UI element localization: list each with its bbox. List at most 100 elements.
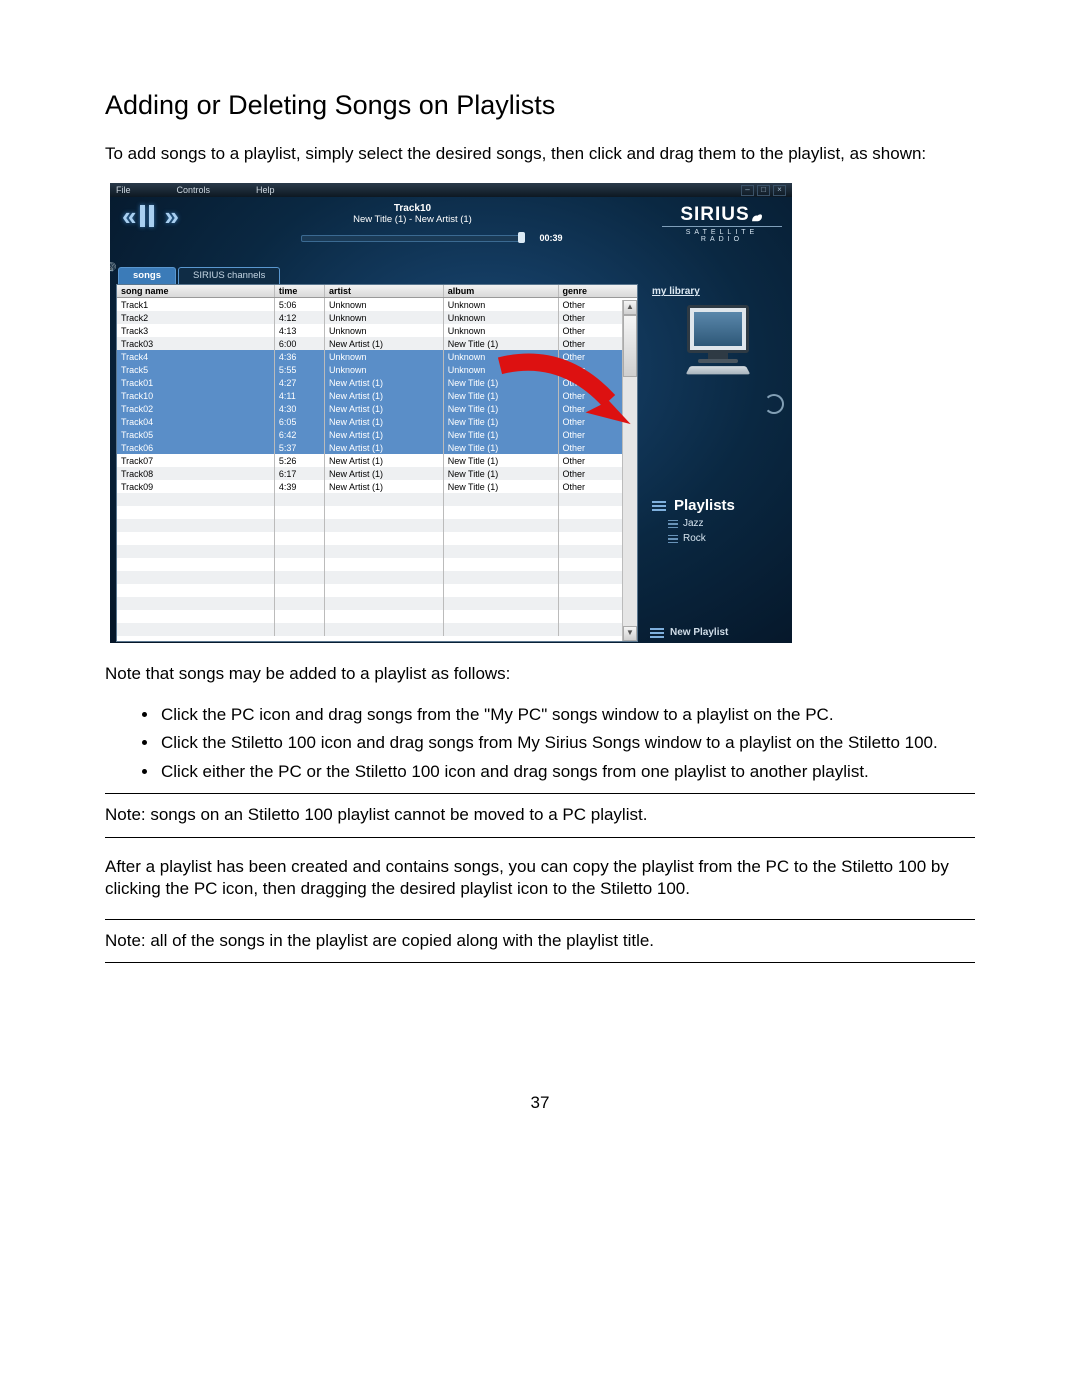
col-artist[interactable]: artist [325, 285, 444, 297]
cell-time [275, 506, 325, 519]
note-2: Note: all of the songs in the playlist a… [105, 919, 975, 963]
cell-artist: New Artist (1) [325, 428, 444, 441]
cell-name [117, 545, 275, 558]
scrollbar[interactable]: ▲ ▼ [622, 300, 637, 641]
cell-time: 6:42 [275, 428, 325, 441]
table-row[interactable]: Track094:39New Artist (1)New Title (1)Ot… [117, 480, 637, 493]
table-row[interactable]: Track15:06UnknownUnknownOther [117, 298, 637, 311]
prev-button[interactable]: « [122, 203, 130, 229]
cell-time [275, 584, 325, 597]
elapsed-time: 00:39 [539, 233, 562, 243]
close-icon[interactable]: × [773, 185, 786, 196]
col-time[interactable]: time [275, 285, 325, 297]
cell-artist [325, 623, 444, 636]
cell-time: 4:39 [275, 480, 325, 493]
refresh-icon[interactable] [764, 394, 784, 414]
volume-slider[interactable]: 🔊 [110, 263, 116, 274]
cell-album: New Title (1) [444, 376, 559, 389]
cell-time: 6:17 [275, 467, 325, 480]
playlists-label: Playlists [674, 497, 735, 514]
page-number: 37 [105, 1093, 975, 1113]
cell-time: 5:26 [275, 454, 325, 467]
cell-time [275, 519, 325, 532]
menu-help[interactable]: Help [256, 185, 275, 195]
cell-time [275, 558, 325, 571]
table-row[interactable]: Track086:17New Artist (1)New Title (1)Ot… [117, 467, 637, 480]
cell-name [117, 584, 275, 597]
cell-album [444, 623, 559, 636]
scroll-up-icon[interactable]: ▲ [623, 300, 637, 315]
cell-album: New Title (1) [444, 428, 559, 441]
cell-artist [325, 597, 444, 610]
minimize-icon[interactable]: – [741, 185, 754, 196]
col-album[interactable]: album [444, 285, 559, 297]
brand-tagline: SATELLITE RADIO [662, 226, 782, 243]
table-row[interactable]: Track34:13UnknownUnknownOther [117, 324, 637, 337]
table-row[interactable]: Track065:37New Artist (1)New Title (1)Ot… [117, 441, 637, 454]
menu-controls[interactable]: Controls [177, 185, 211, 195]
now-playing-subtitle: New Title (1) - New Artist (1) [173, 214, 652, 225]
tab-sirius-channels[interactable]: SIRIUS channels [178, 267, 280, 284]
cell-name [117, 623, 275, 636]
new-playlist-button[interactable]: New Playlist [650, 627, 728, 638]
column-headers[interactable]: song name time artist album genre [117, 285, 637, 298]
table-row[interactable]: Track075:26New Artist (1)New Title (1)Ot… [117, 454, 637, 467]
pc-icon[interactable] [673, 305, 763, 377]
table-row[interactable]: Track44:36UnknownUnknownOther [117, 350, 637, 363]
table-row[interactable]: Track056:42New Artist (1)New Title (1)Ot… [117, 428, 637, 441]
titlebar: File Controls Help – □ × [110, 183, 792, 197]
cell-name: Track06 [117, 441, 275, 454]
scroll-thumb[interactable] [623, 315, 637, 377]
table-row [117, 610, 637, 623]
table-row[interactable]: Track014:27New Artist (1)New Title (1)Ot… [117, 376, 637, 389]
col-name[interactable]: song name [117, 285, 275, 297]
table-row [117, 532, 637, 545]
cell-album [444, 610, 559, 623]
cell-artist: New Artist (1) [325, 415, 444, 428]
cell-album: Unknown [444, 350, 559, 363]
table-row[interactable]: Track036:00New Artist (1)New Title (1)Ot… [117, 337, 637, 350]
next-button[interactable]: » [164, 203, 172, 229]
cell-time: 4:11 [275, 389, 325, 402]
cell-artist [325, 584, 444, 597]
cell-artist: Unknown [325, 311, 444, 324]
cell-name [117, 493, 275, 506]
cell-name: Track05 [117, 428, 275, 441]
table-row[interactable]: Track24:12UnknownUnknownOther [117, 311, 637, 324]
table-row[interactable]: Track55:55UnknownUnknownOther [117, 363, 637, 376]
cell-time [275, 493, 325, 506]
tab-songs[interactable]: songs [118, 267, 176, 284]
table-row[interactable]: Track024:30New Artist (1)New Title (1)Ot… [117, 402, 637, 415]
table-row[interactable]: Track046:05New Artist (1)New Title (1)Ot… [117, 415, 637, 428]
cell-artist: Unknown [325, 324, 444, 337]
bullet-list: Click the PC icon and drag songs from th… [105, 704, 975, 783]
playlists-header[interactable]: Playlists [652, 497, 784, 514]
progress-bar[interactable]: 00:39 [301, 235, 523, 242]
col-genre[interactable]: genre [559, 285, 638, 297]
cell-artist [325, 610, 444, 623]
cell-name: Track3 [117, 324, 275, 337]
cell-name: Track10 [117, 389, 275, 402]
scroll-down-icon[interactable]: ▼ [623, 626, 637, 641]
table-row [117, 571, 637, 584]
maximize-icon[interactable]: □ [757, 185, 770, 196]
playlist-item[interactable]: Jazz [668, 518, 784, 529]
table-row [117, 545, 637, 558]
cell-album: New Title (1) [444, 415, 559, 428]
table-row[interactable]: Track104:11New Artist (1)New Title (1)Ot… [117, 389, 637, 402]
cell-name [117, 597, 275, 610]
app-screenshot: File Controls Help – □ × « » 🔊 Track10 N… [110, 183, 792, 643]
playlist-item[interactable]: Rock [668, 533, 784, 544]
cell-album: New Title (1) [444, 480, 559, 493]
menu-file[interactable]: File [116, 185, 131, 195]
now-playing: Track10 New Title (1) - New Artist (1) 0… [173, 197, 652, 242]
cell-name: Track4 [117, 350, 275, 363]
bullet-item: Click the PC icon and drag songs from th… [159, 704, 975, 726]
bullet-item: Click the Stiletto 100 icon and drag son… [159, 732, 975, 754]
cell-album: Unknown [444, 298, 559, 311]
pause-button[interactable] [140, 205, 154, 227]
cell-name [117, 610, 275, 623]
table-row [117, 519, 637, 532]
my-library-link[interactable]: my library [652, 286, 784, 297]
cell-time: 6:00 [275, 337, 325, 350]
